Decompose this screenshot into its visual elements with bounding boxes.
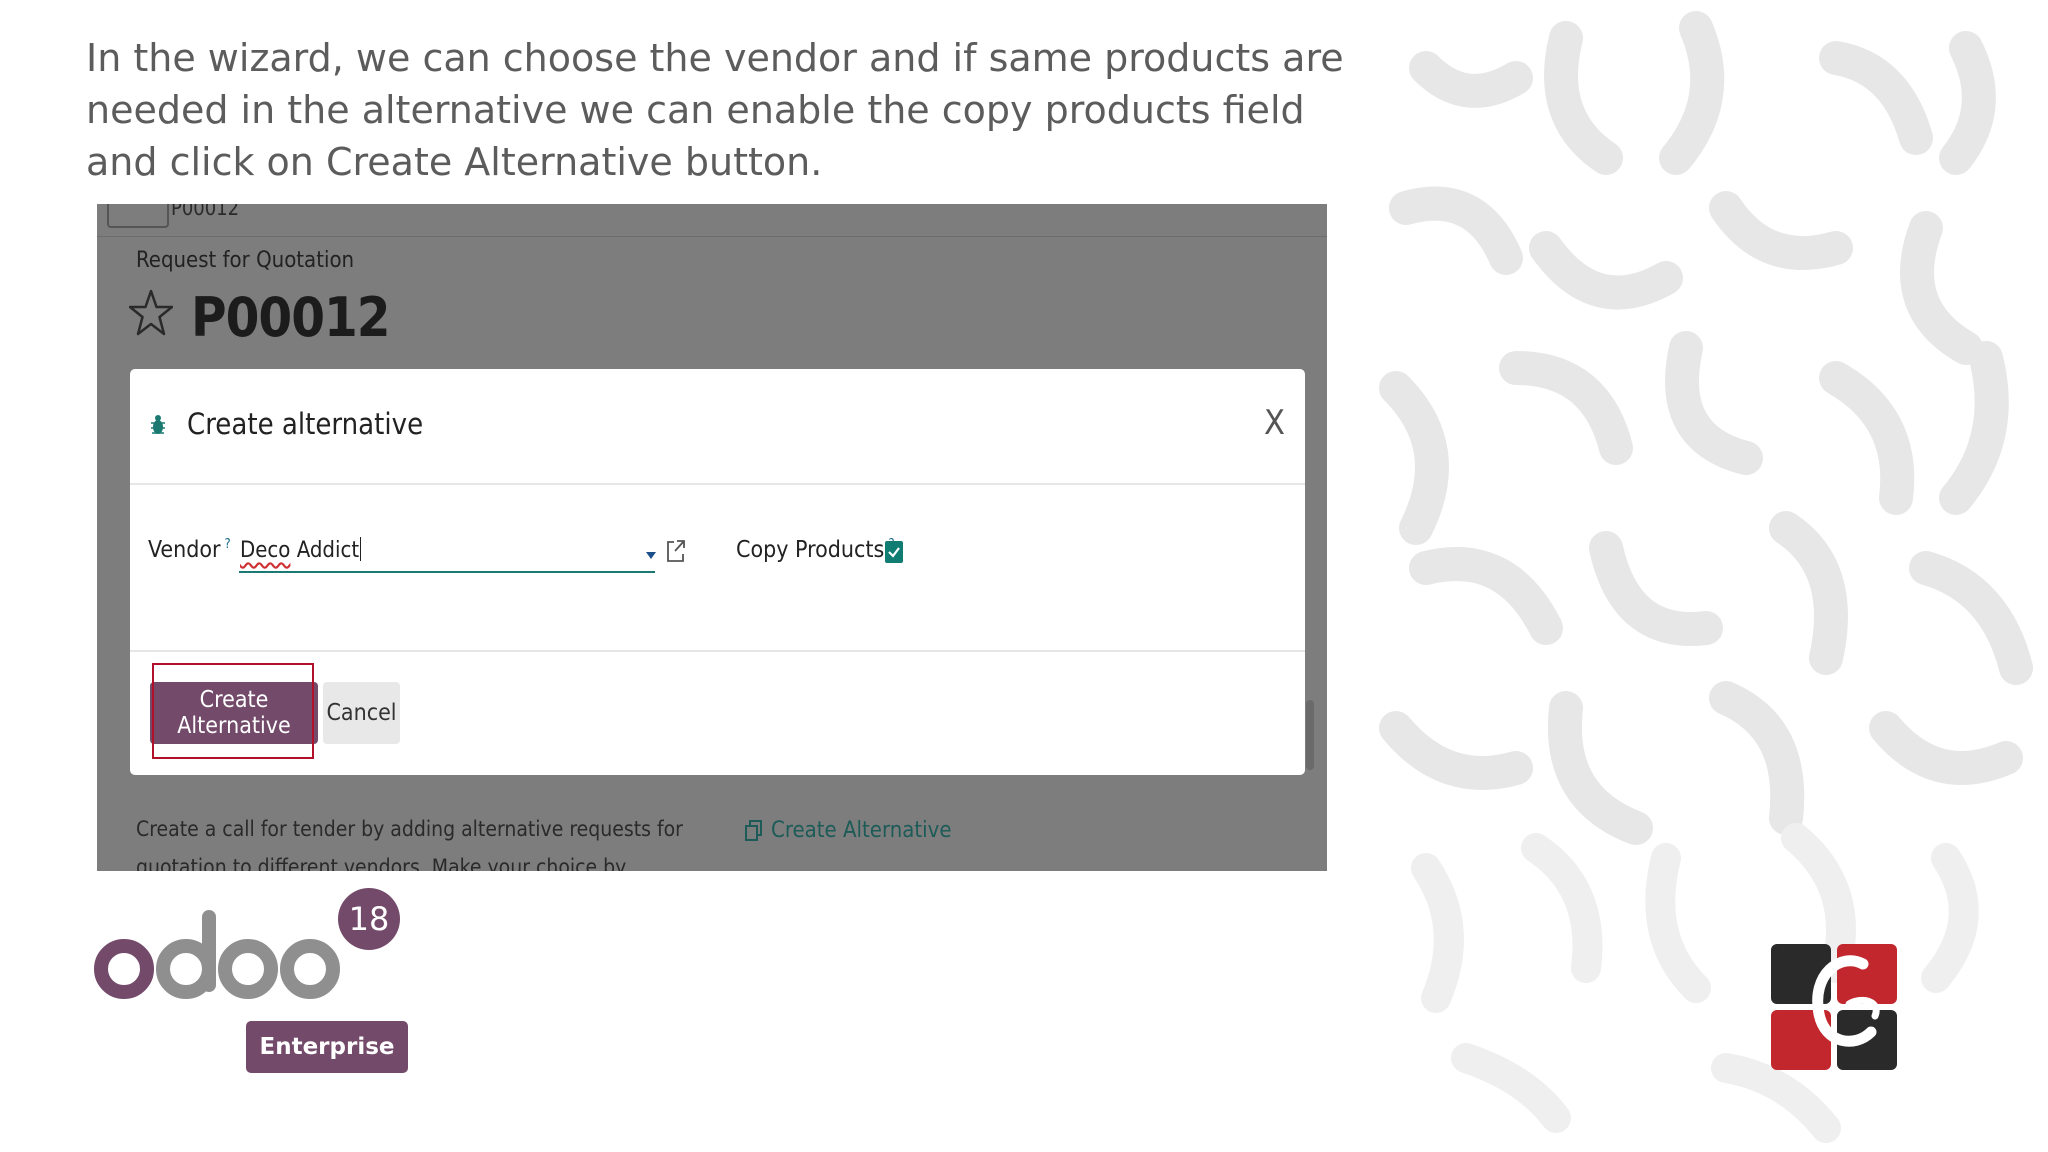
company-logo (1771, 944, 1897, 1070)
vendor-help-icon[interactable]: ? (225, 537, 231, 552)
top-breadcrumb-fragment: P00012 (97, 204, 1327, 237)
copy-products-checkbox[interactable] (885, 541, 903, 563)
check-icon (888, 547, 900, 558)
create-alternative-link-label: Create Alternative (771, 818, 952, 843)
create-alternative-dialog: Create alternative X Vendor? Deco Addict… (130, 369, 1305, 775)
external-link-icon[interactable] (666, 539, 686, 563)
text-caret (360, 537, 362, 561)
tender-description: Create a call for tender by adding alter… (136, 817, 683, 871)
dialog-header: Create alternative X (130, 369, 1305, 485)
cancel-button[interactable]: Cancel (323, 682, 400, 744)
vendor-value-rest: Addict (290, 538, 360, 563)
version-badge: 18 (338, 888, 400, 950)
rfq-number: P00012 (191, 286, 391, 349)
close-icon[interactable]: X (1264, 403, 1285, 443)
dialog-title: Create alternative (187, 407, 424, 441)
create-alternative-link[interactable]: Create Alternative (745, 818, 952, 843)
edition-badge: Enterprise (246, 1021, 408, 1073)
bug-icon (151, 415, 165, 434)
vendor-value-first: Deco (240, 538, 291, 563)
create-alternative-button[interactable]: Create Alternative (150, 682, 318, 744)
odoo-logo (94, 910, 340, 999)
dialog-footer-divider (130, 650, 1305, 652)
chevron-down-icon[interactable] (646, 552, 656, 559)
copy-products-label: Copy Products? (736, 537, 895, 563)
breadcrumb-ref: P00012 (171, 204, 240, 220)
page-label: Request for Quotation (136, 248, 355, 273)
decorative-pattern (1379, 11, 2033, 1143)
star-icon[interactable] (129, 288, 173, 338)
copy-products-label-text: Copy Products (736, 537, 885, 563)
vendor-value: Deco Addict (240, 537, 362, 563)
vendor-label: Vendor? (148, 537, 231, 563)
copy-icon (745, 819, 762, 841)
scrollbar[interactable] (1306, 700, 1314, 770)
slide-caption: In the wizard, we can choose the vendor … (86, 36, 1344, 184)
breadcrumb-button[interactable] (107, 204, 169, 228)
vendor-label-text: Vendor (148, 537, 221, 563)
